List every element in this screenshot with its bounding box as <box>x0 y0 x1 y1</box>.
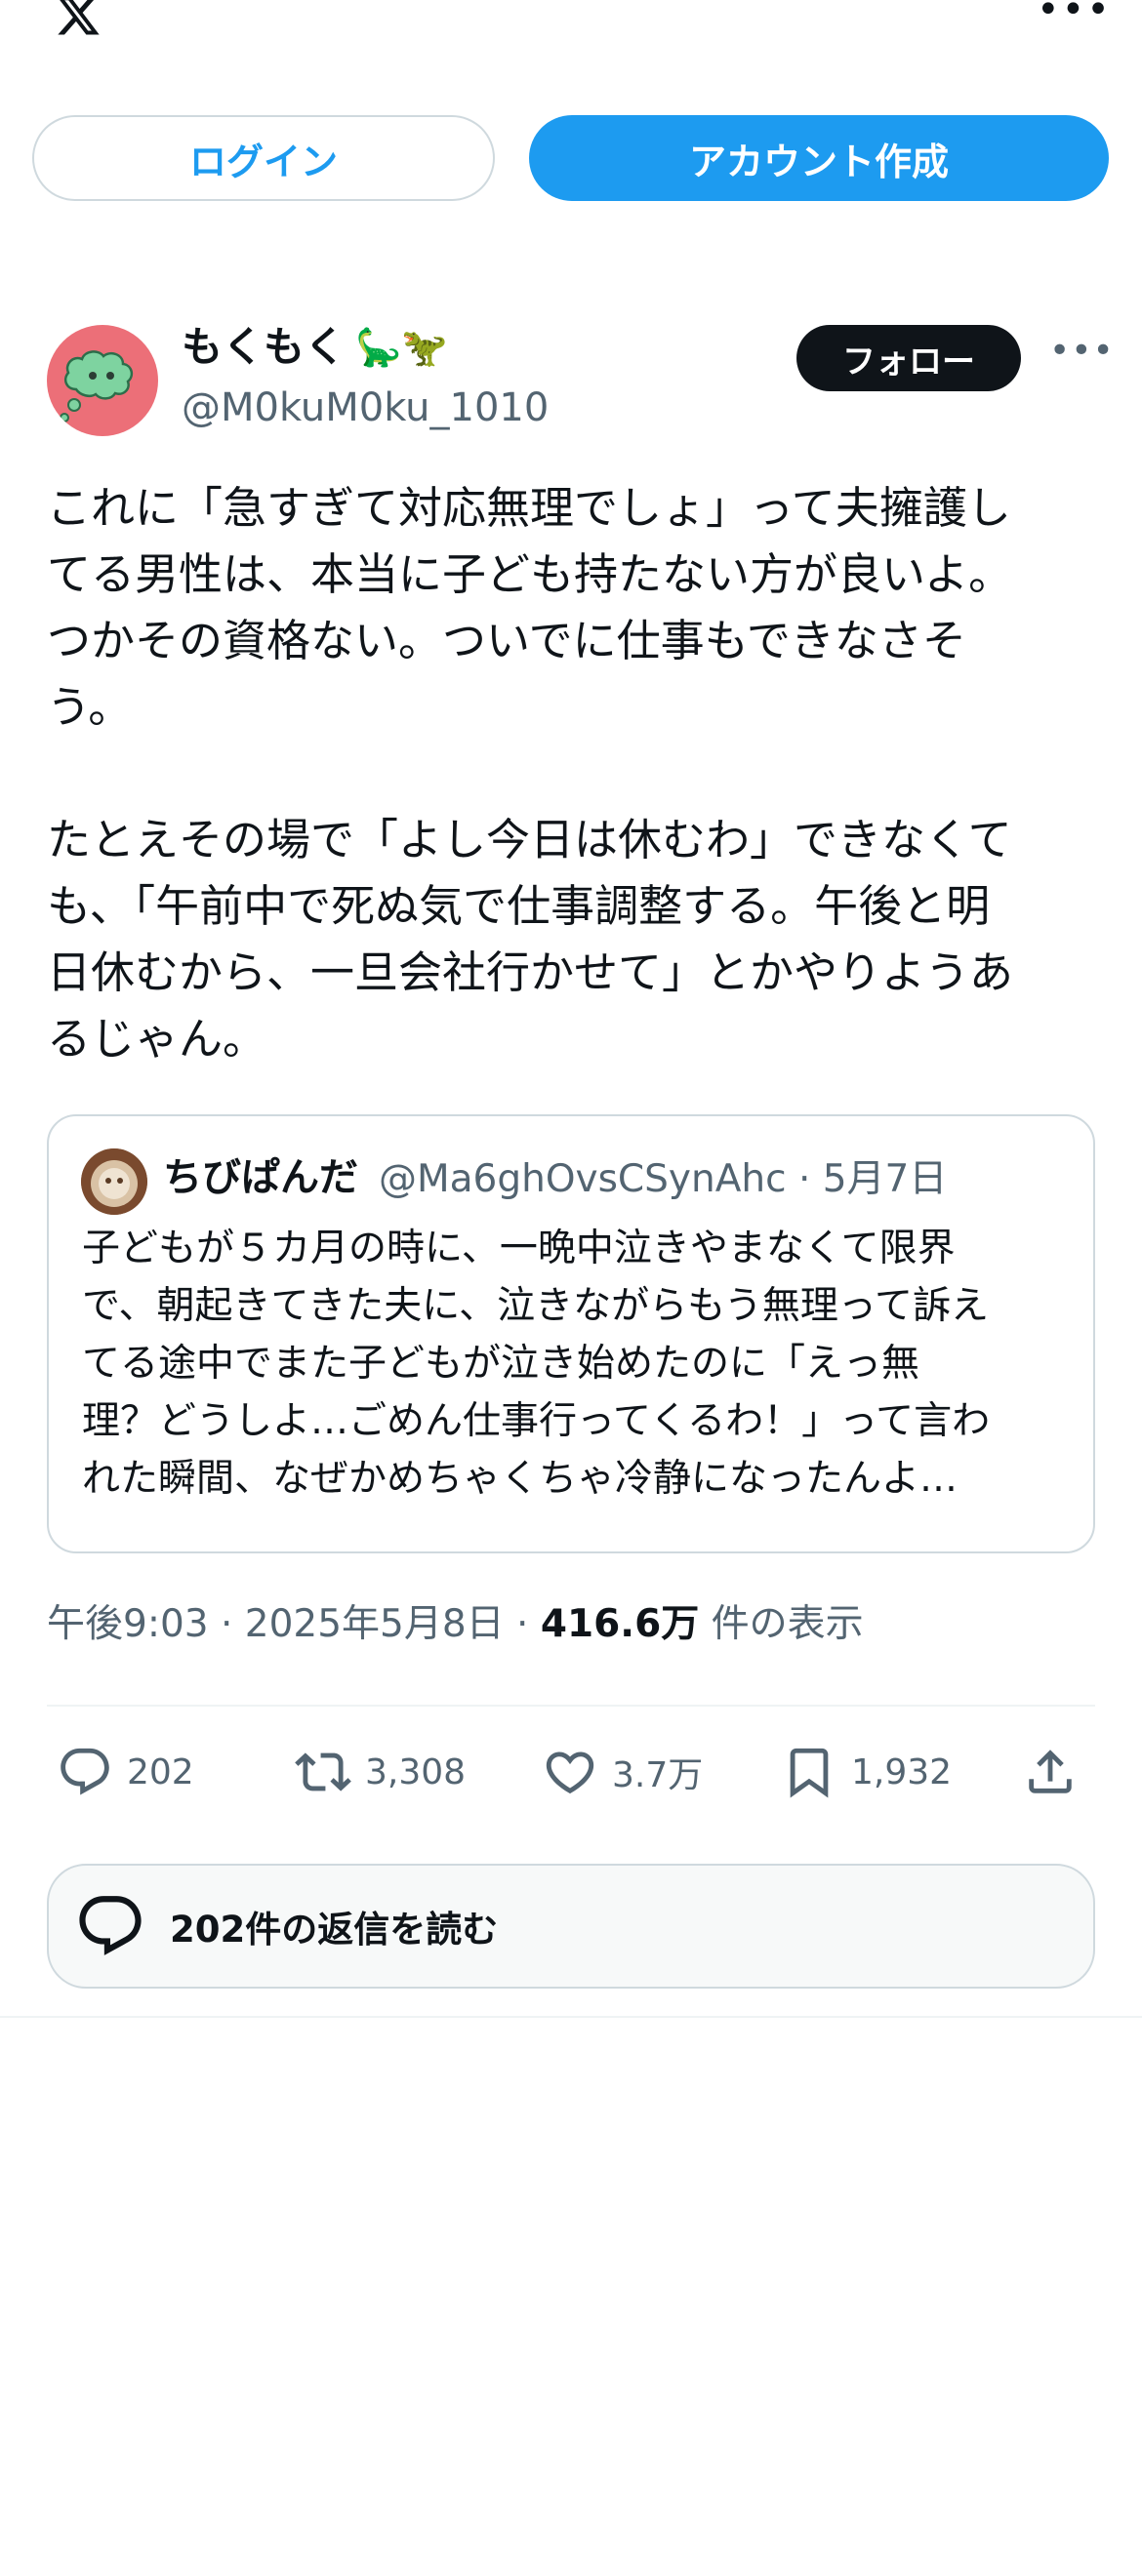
quoted-author-meta: @Ma6ghOvsCSynAhc · 5月7日 <box>379 1157 948 1201</box>
post-more-icon[interactable]: ••• <box>1049 334 1114 369</box>
post-time[interactable]: 午後9:03 · 2025年5月8日 · <box>47 1602 541 1646</box>
reply-icon <box>61 1748 109 1795</box>
quoted-text: 子どもが５カ月の時に、一晩中泣きやまなくて限界 で、朝起きてきた夫に、泣きながら… <box>82 1227 991 1501</box>
heart-icon <box>546 1751 594 1794</box>
read-replies-button[interactable]: 202件の返信を読む <box>47 1864 1095 1989</box>
reply-count: 202 <box>127 1751 194 1792</box>
more-icon[interactable]: ••• <box>1037 0 1110 29</box>
divider <box>47 1705 1095 1707</box>
author-name[interactable]: もくもく 🦕🦖 <box>182 320 448 375</box>
bookmark-icon <box>790 1748 829 1798</box>
read-replies-label: 202件の返信を読む <box>170 1909 499 1951</box>
x-logo-icon[interactable] <box>47 0 109 39</box>
chat-bubble-icon <box>79 1896 142 1955</box>
bookmark-button[interactable]: 1,932 <box>781 1743 952 1801</box>
quoted-author-name: ちびぱんだ <box>163 1155 358 1200</box>
views-count: 416.6万 <box>540 1602 700 1646</box>
author-emoji: 🦕🦖 <box>355 326 448 369</box>
author-handle[interactable]: @M0kuM0ku_1010 <box>182 382 549 433</box>
create-account-button[interactable]: アカウント作成 <box>529 115 1109 201</box>
follow-button[interactable]: フォロー <box>796 325 1021 391</box>
repost-icon <box>295 1752 351 1791</box>
avatar[interactable] <box>47 325 158 436</box>
author-name-text: もくもく <box>182 323 347 371</box>
like-button[interactable]: 3.7万 <box>542 1743 703 1801</box>
like-count: 3.7万 <box>612 1755 704 1795</box>
repost-count: 3,308 <box>365 1751 467 1792</box>
login-button[interactable]: ログイン <box>32 115 495 201</box>
repost-button[interactable]: 3,308 <box>295 1743 466 1801</box>
bookmark-count: 1,932 <box>851 1751 953 1792</box>
share-button[interactable] <box>1022 1743 1079 1801</box>
post-text: これに「急すぎて対応無理でしょ」って夫擁護し てる男性は、本当に子ども持たない方… <box>47 482 1014 1065</box>
post-meta: 午後9:03 · 2025年5月8日 · 416.6万 件の表示 <box>47 1597 864 1652</box>
divider <box>0 2016 1142 2018</box>
views-label: 件の表示 <box>699 1602 864 1646</box>
reply-button[interactable]: 202 <box>57 1743 194 1801</box>
quoted-avatar <box>81 1148 147 1215</box>
share-icon <box>1029 1750 1072 1793</box>
